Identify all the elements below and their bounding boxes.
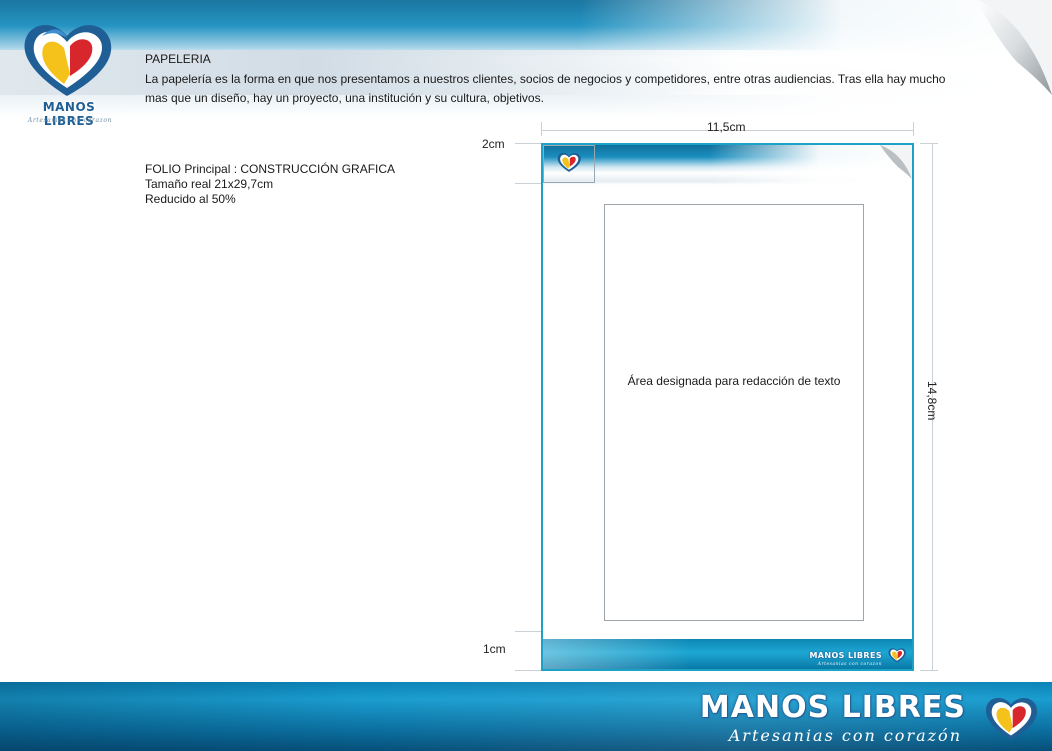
page-logo-box — [543, 145, 595, 183]
folio-name: FOLIO Principal : CONSTRUCCIÓN GRAFICA — [145, 162, 396, 176]
heart-icon — [24, 24, 112, 96]
section-description: La papelería es la forma en que nos pres… — [145, 72, 946, 105]
height-label: 14,8cm — [925, 381, 939, 421]
brand-tagline: Artesanias con corazon — [27, 117, 113, 124]
footer-heart-small-icon — [888, 648, 906, 663]
section-title: PAPELERIA — [145, 52, 211, 66]
bottom-heart-icon — [985, 697, 1038, 740]
folio-info: FOLIO Principal : CONSTRUCCIÓN GRAFICA T… — [145, 162, 395, 207]
height-tick-top — [920, 143, 938, 144]
text-area-box — [604, 204, 864, 621]
width-label: 11,5cm — [707, 120, 746, 134]
text-area-label: Área designada para redacción de texto — [627, 374, 841, 388]
footer-tagline-small: Artesanias con corazon — [817, 662, 882, 667]
height-tick-bottom — [920, 670, 938, 671]
page-header-band — [543, 145, 912, 185]
footer-line-bottom — [515, 670, 541, 671]
folio-size: Tamaño real 21x29,7cm — [145, 177, 274, 191]
brand-logo: MANOS LIBRES Artesanias con corazon — [12, 14, 122, 129]
top-margin-line — [515, 143, 541, 144]
folio-scale: Reducido al 50% — [145, 192, 236, 206]
footer-height-label: 1cm — [483, 642, 506, 656]
page-footer-band: MANOS LIBRES Artesanias con corazon — [543, 639, 912, 669]
width-tick-right — [913, 122, 914, 136]
page-curl-small-icon — [880, 145, 912, 179]
footer-brand-small: MANOS LIBRES — [809, 651, 882, 660]
bottom-tagline: Artesanias con corazón — [728, 726, 962, 745]
small-heart-icon — [557, 152, 581, 172]
bottom-brand-name: MANOS LIBRES — [699, 690, 966, 725]
top-margin-label: 2cm — [482, 137, 505, 151]
footer-line-top — [515, 631, 541, 632]
top-margin-line-2 — [515, 183, 541, 184]
width-tick-left — [541, 122, 542, 136]
page-curl-icon — [977, 0, 1052, 95]
bottom-banner: MANOS LIBRES Artesanias con corazón — [0, 682, 1052, 751]
